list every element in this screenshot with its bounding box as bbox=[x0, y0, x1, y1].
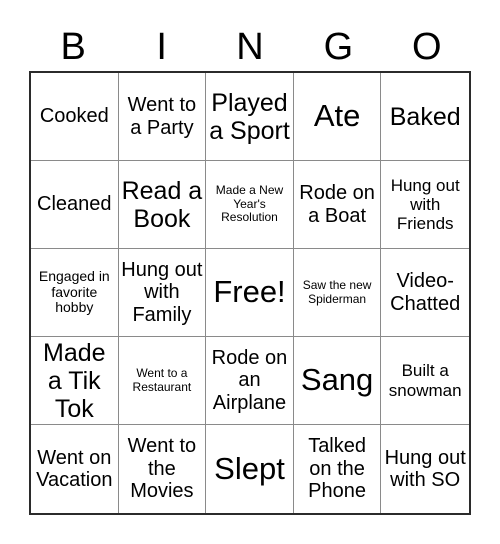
bingo-cell-r1c2[interactable]: Went to a Party bbox=[118, 73, 207, 161]
bingo-cell-label: Went to a Restaurant bbox=[132, 366, 192, 394]
bingo-free-cell[interactable]: Free! bbox=[206, 249, 294, 337]
bingo-cell-r5c5[interactable]: Hung out with SO bbox=[381, 425, 469, 513]
bingo-cell-r1c5[interactable]: Baked bbox=[381, 73, 469, 161]
bingo-header: BINGO bbox=[29, 22, 471, 71]
bingo-header-letter-g: G bbox=[323, 25, 354, 68]
bingo-cell-label: Baked bbox=[389, 102, 461, 131]
bingo-cell-r3c1[interactable]: Engaged in favorite hobby bbox=[31, 249, 119, 337]
bingo-cell-label: Made a Tik Tok bbox=[43, 338, 106, 423]
bingo-cell-label: Engaged in favorite hobby bbox=[38, 267, 110, 316]
bingo-cell-r3c4[interactable]: Saw the new Spiderman bbox=[293, 249, 382, 337]
bingo-cell-label: Ate bbox=[313, 98, 361, 134]
bingo-cell-r2c1[interactable]: Cleaned bbox=[31, 161, 119, 249]
bingo-cell-label: Played a Sport bbox=[209, 88, 290, 145]
bingo-cell-r1c1[interactable]: Cooked bbox=[31, 73, 119, 161]
bingo-cell-r5c1[interactable]: Went on Vacation bbox=[31, 425, 119, 513]
bingo-cell-label: Video-Chatted bbox=[390, 270, 461, 315]
bingo-cell-label: Read a Book bbox=[121, 176, 203, 233]
bingo-cell-label: Cooked bbox=[39, 105, 109, 128]
bingo-cell-label: Went to the Movies bbox=[127, 435, 197, 503]
bingo-cell-label: Slept bbox=[214, 450, 285, 486]
bingo-cell-r4c4[interactable]: Sang bbox=[293, 337, 382, 425]
bingo-cell-r4c5[interactable]: Built a snowman bbox=[381, 337, 469, 425]
bingo-cell-label: Saw the new Spiderman bbox=[302, 278, 372, 306]
bingo-cell-label: Hung out with SO bbox=[384, 446, 466, 491]
bingo-cell-label: Went to a Party bbox=[127, 94, 197, 139]
bingo-header-letter-n: N bbox=[236, 25, 264, 68]
bingo-cell-r4c3[interactable]: Rode on an Airplane bbox=[206, 337, 294, 425]
bingo-cell-r1c4[interactable]: Ate bbox=[293, 73, 382, 161]
bingo-cell-label: Talked on the Phone bbox=[308, 435, 367, 503]
bingo-cell-r2c3[interactable]: Made a New Year's Resolution bbox=[206, 161, 294, 249]
bingo-grid: Cooked Went to a Party Played a Sport Ate Ba… bbox=[29, 71, 471, 515]
bingo-cell-label: Hung out with Friends bbox=[390, 175, 460, 234]
bingo-card: B I N G O Cooked Went to a Party Played a Spor… bbox=[0, 0, 500, 544]
bingo-cell-r5c2[interactable]: Went to the Movies bbox=[118, 425, 207, 513]
bingo-cell-label: Made a New Year's Resolution bbox=[215, 183, 284, 225]
bingo-cell-label: Rode on a Boat bbox=[299, 182, 375, 227]
bingo-header-letter-o: O bbox=[412, 25, 442, 68]
bingo-cell-r4c1[interactable]: Made a Tik Tok bbox=[31, 337, 119, 425]
bingo-cell-label: Sang bbox=[300, 362, 374, 398]
bingo-cell-r2c2[interactable]: Read a Book bbox=[118, 161, 207, 249]
bingo-cell-r1c3[interactable]: Played a Sport bbox=[206, 73, 294, 161]
bingo-cell-r2c5[interactable]: Hung out with Friends bbox=[381, 161, 469, 249]
bingo-cell-r3c5[interactable]: Video-Chatted bbox=[381, 249, 469, 337]
bingo-cell-r5c4[interactable]: Talked on the Phone bbox=[293, 425, 382, 513]
bingo-cell-label: Rode on an Airplane bbox=[211, 346, 288, 414]
bingo-cell-label: Built a snowman bbox=[388, 361, 462, 400]
bingo-header-letter-i: I bbox=[156, 25, 167, 68]
bingo-cell-r5c3[interactable]: Slept bbox=[206, 425, 294, 513]
bingo-cell-r3c2[interactable]: Hung out with Family bbox=[118, 249, 207, 337]
bingo-cell-label: Free! bbox=[213, 274, 286, 310]
bingo-cell-r2c4[interactable]: Rode on a Boat bbox=[293, 161, 382, 249]
bingo-cell-r4c2[interactable]: Went to a Restaurant bbox=[118, 337, 207, 425]
bingo-cell-label: Hung out with Family bbox=[121, 258, 203, 326]
bingo-cell-label: Went on Vacation bbox=[36, 446, 113, 491]
bingo-cell-label: Cleaned bbox=[37, 193, 112, 216]
bingo-header-letter-b: B bbox=[60, 25, 86, 68]
